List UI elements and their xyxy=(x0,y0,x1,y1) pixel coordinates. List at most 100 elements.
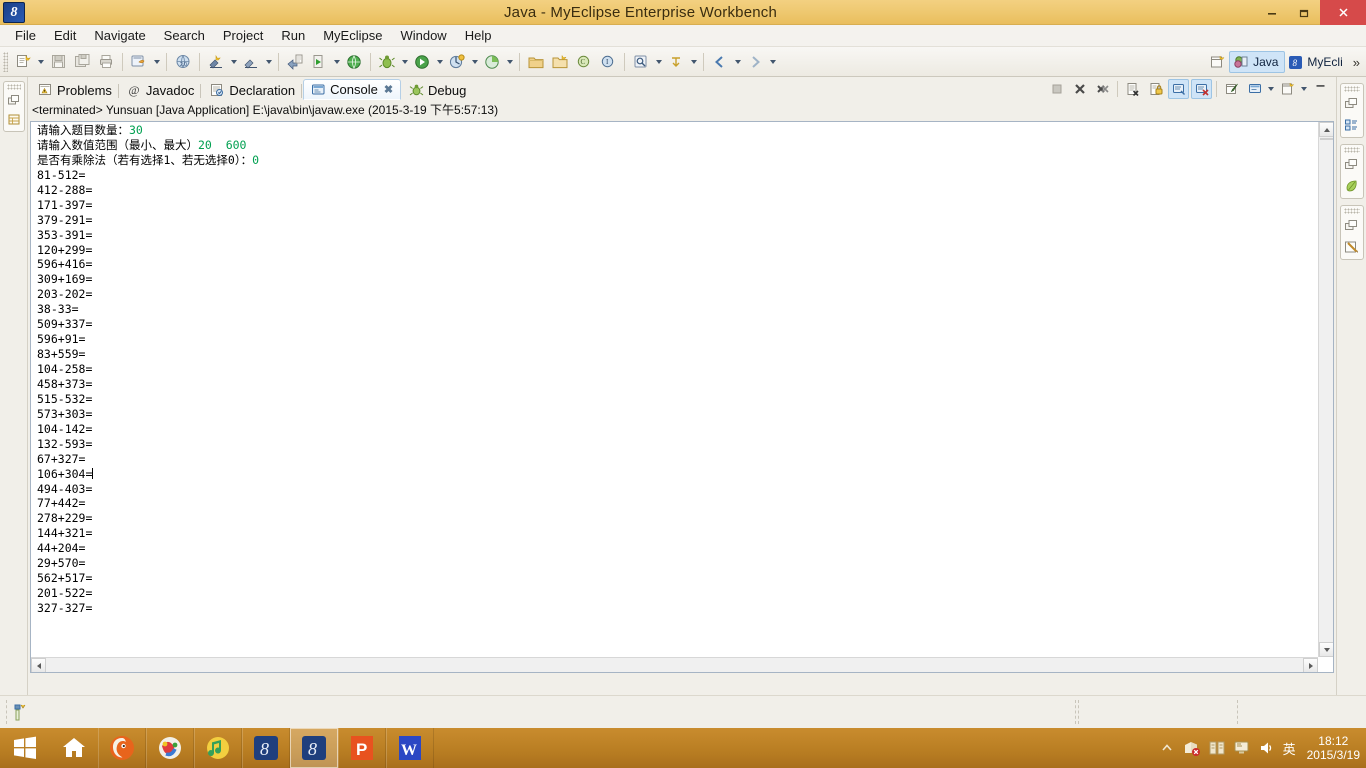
tab-console[interactable]: Console ✖ xyxy=(303,79,402,100)
tab-declaration[interactable]: Declaration xyxy=(202,79,303,100)
restore-icon[interactable] xyxy=(1341,215,1363,236)
new-console-view-button[interactable] xyxy=(1244,79,1265,99)
close-button[interactable] xyxy=(1320,0,1366,25)
monitor-icon[interactable] xyxy=(1233,738,1251,758)
network-error-icon[interactable] xyxy=(1183,738,1201,758)
show-hidden-icons-icon[interactable] xyxy=(1158,738,1176,758)
external-tools-button[interactable] xyxy=(240,51,262,73)
fastview-grip-3[interactable] xyxy=(1343,208,1360,214)
clock[interactable]: 18:12 2015/3/19 xyxy=(1303,734,1360,762)
open-perspective-button[interactable] xyxy=(1206,51,1228,73)
new-package-button[interactable] xyxy=(549,51,571,73)
forward-button[interactable] xyxy=(744,51,766,73)
console-vertical-scrollbar[interactable] xyxy=(1318,122,1333,657)
new-console-dropdown[interactable] xyxy=(1266,79,1276,99)
outline-icon[interactable] xyxy=(1341,114,1363,135)
fastview-grip-1[interactable] xyxy=(1343,86,1360,92)
profile-dropdown[interactable] xyxy=(469,51,480,73)
profile-button[interactable] xyxy=(446,51,468,73)
toolbar-grip[interactable] xyxy=(3,51,8,72)
taskbar-myeclipse-active-icon[interactable]: 8 xyxy=(290,728,338,768)
menu-myeclipse[interactable]: MyEclipse xyxy=(314,26,391,46)
menu-navigate[interactable]: Navigate xyxy=(85,26,154,46)
taskbar-myeclipse-icon[interactable]: 8 xyxy=(242,728,290,768)
scroll-right-button[interactable] xyxy=(1303,658,1318,672)
next-annotation-dropdown[interactable] xyxy=(688,51,699,73)
run-last-tool-button[interactable] xyxy=(205,51,227,73)
volume-icon[interactable] xyxy=(1258,738,1276,758)
taskbar-word-icon[interactable]: W xyxy=(386,728,434,768)
leaf-icon[interactable] xyxy=(1341,175,1363,196)
new-wizard-button[interactable] xyxy=(12,51,34,73)
save-all-button[interactable] xyxy=(71,51,93,73)
coverage-dropdown[interactable] xyxy=(504,51,515,73)
taskbar-music-icon[interactable] xyxy=(194,728,242,768)
clear-console-button[interactable] xyxy=(1122,79,1143,99)
run-as-dropdown[interactable] xyxy=(434,51,445,73)
perspective-more-button[interactable]: » xyxy=(1349,55,1364,70)
restore-button[interactable] xyxy=(1288,0,1320,25)
external-tools-dropdown[interactable] xyxy=(263,51,274,73)
perspective-myeclipse[interactable]: 8 MyEcli xyxy=(1285,51,1348,73)
myeclipse-web-button[interactable] xyxy=(128,51,150,73)
next-annotation-button[interactable] xyxy=(665,51,687,73)
debug-dropdown[interactable] xyxy=(399,51,410,73)
vertical-scroll-thumb[interactable] xyxy=(1320,138,1333,140)
coverage-button[interactable] xyxy=(481,51,503,73)
remove-all-terminated-button[interactable] xyxy=(1092,79,1113,99)
ime-indicator[interactable]: 英 xyxy=(1283,739,1296,758)
back-button[interactable] xyxy=(709,51,731,73)
restore-icon[interactable] xyxy=(1341,93,1363,114)
new-java-project-button[interactable] xyxy=(525,51,547,73)
taskbar-home-icon[interactable] xyxy=(50,728,98,768)
perspective-java[interactable]: Java xyxy=(1229,51,1286,73)
menu-edit[interactable]: Edit xyxy=(45,26,85,46)
myeclipse-web-dropdown[interactable] xyxy=(151,51,162,73)
menu-window[interactable]: Window xyxy=(391,26,455,46)
back-dropdown[interactable] xyxy=(732,51,743,73)
console-horizontal-scrollbar[interactable] xyxy=(31,657,1318,672)
debug-button[interactable] xyxy=(376,51,398,73)
task-pencil-icon[interactable] xyxy=(1341,236,1363,257)
taskbar-colorapp-icon[interactable] xyxy=(146,728,194,768)
forward-dropdown[interactable] xyxy=(767,51,778,73)
menu-run[interactable]: Run xyxy=(272,26,314,46)
remove-launch-button[interactable] xyxy=(1069,79,1090,99)
minimize-view-button[interactable] xyxy=(1310,79,1331,99)
scroll-lock-button[interactable] xyxy=(1145,79,1166,99)
tab-console-close-icon[interactable]: ✖ xyxy=(384,83,393,96)
fastview-grip-2[interactable] xyxy=(1343,147,1360,153)
open-type-button[interactable] xyxy=(284,51,306,73)
fastview-grip[interactable] xyxy=(6,84,21,90)
restore-icon[interactable] xyxy=(1341,154,1363,175)
menu-file[interactable]: File xyxy=(6,26,45,46)
new-wizard-dropdown[interactable] xyxy=(35,51,46,73)
view-menu-dropdown[interactable] xyxy=(1299,79,1309,99)
search-dropdown[interactable] xyxy=(653,51,664,73)
view-menu-button[interactable] xyxy=(1277,79,1298,99)
scroll-down-button[interactable] xyxy=(1319,642,1333,657)
scroll-left-button[interactable] xyxy=(31,658,46,672)
print-button[interactable] xyxy=(95,51,117,73)
menu-project[interactable]: Project xyxy=(214,26,272,46)
save-button[interactable] xyxy=(47,51,69,73)
package-explorer-icon[interactable] xyxy=(4,110,24,129)
taskbar-powerpoint-icon[interactable]: P xyxy=(338,728,386,768)
tab-javadoc[interactable]: @ Javadoc xyxy=(120,79,202,100)
run-as-button[interactable] xyxy=(411,51,433,73)
run-last-tool-dropdown[interactable] xyxy=(228,51,239,73)
tab-debug[interactable]: Debug xyxy=(401,79,474,100)
pin-console-button[interactable] xyxy=(1168,78,1189,99)
taskbar-firefox-icon[interactable] xyxy=(98,728,146,768)
open-browser-button[interactable] xyxy=(343,51,365,73)
deploy-button[interactable]: 2.0 xyxy=(172,51,194,73)
run-button[interactable] xyxy=(308,51,330,73)
minimize-button[interactable] xyxy=(1256,0,1288,25)
restore-icon[interactable] xyxy=(4,91,24,110)
search-button[interactable] xyxy=(630,51,652,73)
open-console-button[interactable] xyxy=(1221,79,1242,99)
new-interface-button[interactable]: I xyxy=(597,51,619,73)
terminate-button[interactable] xyxy=(1046,79,1067,99)
security-icon[interactable] xyxy=(1208,738,1226,758)
console-output-area[interactable]: 请输入题目数量：30 请输入数值范围（最小、最大）20 600 是否有乘除法（若有选… xyxy=(30,121,1334,673)
